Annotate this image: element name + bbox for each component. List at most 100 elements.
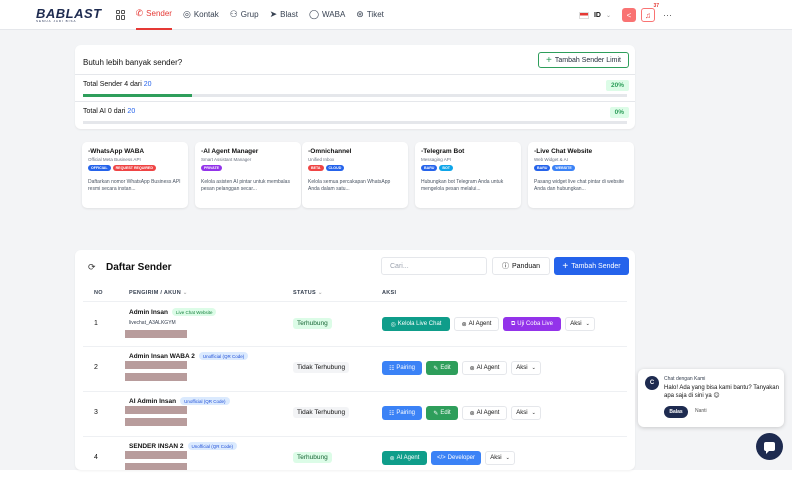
action-label: Aksi	[490, 455, 502, 461]
total-sender-max: 20	[143, 81, 152, 88]
feature-description: Kelola semua percakapan WhatsApp Anda da…	[308, 179, 391, 192]
sender-progress-fill	[83, 94, 192, 97]
nav-item-kontak[interactable]: ◎ Kontak	[183, 0, 219, 30]
ai-agent-button[interactable]: ⊚ AI Agent	[454, 317, 499, 331]
row-number: 1	[94, 320, 98, 327]
ai-agent-button[interactable]: ⊚ AI Agent	[462, 361, 507, 375]
feature-subtitle: Messaging API	[421, 157, 452, 162]
aksi-button[interactable]: Aksi ⌄	[565, 317, 595, 331]
sender-type-pill: Unofficial (QR Code)	[198, 352, 249, 360]
plus-icon: +	[546, 54, 552, 66]
nav-item-tiket[interactable]: ⊛ Tiket	[356, 0, 384, 30]
uji-coba-live-button[interactable]: ⧉ Uji Coba Live	[503, 317, 561, 331]
feature-description: Daftarkan nomor WhatsApp Business API re…	[88, 179, 181, 192]
language-selector[interactable]: ID	[594, 12, 601, 19]
edit-button[interactable]: ✎ Edit	[426, 361, 458, 375]
column-status[interactable]: STATUS ⌄	[293, 290, 323, 296]
feature-badge: WEBSITE	[552, 165, 575, 171]
aksi-button[interactable]: Aksi ⌄	[511, 406, 541, 420]
action-icon: ✎	[433, 365, 439, 372]
limit-heading: Butuh lebih banyak sender?	[83, 58, 183, 67]
chat-title: Chat dengan Kami	[664, 376, 706, 382]
feature-card-live-chat-website[interactable]: Live Chat Website Web Widget & AI BARUWEBS…	[528, 142, 634, 208]
nav-item-grup[interactable]: ⚇ Grup	[230, 0, 259, 30]
nav-item-label: Tiket	[366, 10, 384, 19]
aksi-button[interactable]: Aksi ⌄	[511, 361, 541, 375]
feature-card-ai-agent-manager[interactable]: AI Agent Manager Smart Assistant Manager P…	[195, 142, 301, 208]
feature-badges: BARU BOT	[421, 165, 515, 171]
action-label: Developer	[447, 455, 476, 461]
plus-icon: +	[562, 260, 569, 272]
nav-item-blast[interactable]: ➤ Blast	[270, 0, 298, 30]
nav-right-controls: ID ⌄ < ♫ 37 ···	[578, 0, 672, 30]
nav-item-waba[interactable]: ◯ WABA	[309, 0, 345, 30]
sender-progress-bar	[83, 94, 627, 97]
header-divider	[83, 301, 627, 302]
nav-item-label: Grup	[240, 10, 259, 19]
action-icon: ⊚	[389, 455, 395, 462]
row-divider	[83, 436, 627, 437]
action-icon: ⧉	[511, 320, 516, 327]
total-sender-used: 4	[124, 81, 129, 88]
guide-button[interactable]: ⓘ Panduan	[492, 257, 550, 275]
nav-item-sender[interactable]: ✆ Sender	[135, 0, 172, 30]
add-sender-button[interactable]: + Tambah Sender	[554, 257, 629, 275]
sender-type-pill: Live Chat Website	[172, 308, 217, 316]
feature-badge: BARU	[534, 165, 551, 171]
phone-icon: ✆	[135, 8, 144, 18]
aksi-button[interactable]: Aksi ⌄	[485, 451, 515, 465]
column-action: AKSI	[382, 290, 397, 296]
edit-button[interactable]: ✎ Edit	[426, 406, 458, 420]
redacted-block	[125, 330, 187, 338]
sender-name: Admin Insan Live Chat Website	[129, 308, 217, 316]
feature-title: AI Agent Manager	[201, 148, 295, 155]
share-icon[interactable]: <	[622, 8, 636, 22]
pairing-button[interactable]: ☷ Pairing	[382, 361, 422, 375]
more-menu-icon[interactable]: ···	[663, 10, 672, 20]
apps-grid-icon[interactable]	[115, 9, 126, 20]
search-input[interactable]: Cari...	[381, 257, 487, 275]
sender-account-id: livechat_A3ALKGYM	[129, 320, 176, 326]
bell-icon[interactable]: ♫ 37	[641, 3, 659, 22]
send-icon: ➤	[269, 9, 278, 19]
chat-later-button[interactable]: Nanti	[695, 408, 707, 414]
action-icon: ⊚	[469, 365, 475, 372]
feature-subtitle: Smart Assistant Manager	[201, 157, 252, 162]
chevron-down-icon[interactable]: ⌄	[606, 12, 611, 19]
redacted-block	[125, 361, 187, 369]
action-label: Pairing	[396, 410, 416, 416]
brand-logo[interactable]: BABLAST SEMUA JADI BISA	[36, 7, 102, 23]
column-sender[interactable]: PENGIRIM / AKUN ⌄	[129, 290, 188, 296]
ai-agent-button[interactable]: ⊚ AI Agent	[382, 451, 427, 465]
feature-card-whatsapp-waba[interactable]: WhatsApp WABA Official Meta Business API O…	[82, 142, 188, 208]
redacted-block	[125, 418, 187, 426]
feature-card-omnichannel[interactable]: Omnichannel Unified Inbox BETACLOUD Kelola …	[302, 142, 408, 208]
indonesia-flag-icon[interactable]	[578, 11, 589, 19]
feature-description: Kelola asisten AI pintar untuk membalas …	[201, 179, 290, 192]
developer-button[interactable]: </> Developer	[431, 451, 481, 465]
sender-list-title: Daftar Sender	[106, 262, 172, 273]
ai-agent-button[interactable]: ⊚ AI Agent	[462, 406, 507, 420]
nav-item-label: WABA	[322, 10, 346, 19]
action-label: AI Agent	[476, 410, 500, 416]
action-label: Aksi	[516, 410, 528, 416]
action-label: Edit	[440, 410, 451, 416]
kelola-live-chat-button[interactable]: ◎ Kelola Live Chat	[382, 317, 450, 331]
total-sender-prefix: Total Sender	[83, 81, 123, 88]
guide-label: Panduan	[511, 262, 541, 270]
ai-progress-bar	[83, 121, 627, 124]
pairing-button[interactable]: ☷ Pairing	[382, 406, 422, 420]
chat-reply-button[interactable]: Balas	[664, 406, 688, 418]
chat-launcher-button[interactable]	[756, 433, 783, 460]
nav-item-label: Kontak	[193, 10, 219, 19]
chevron-down-icon: ⌄	[531, 410, 536, 416]
feature-card-telegram-bot[interactable]: Telegram Bot Messaging API BARUBOT Hubungka…	[415, 142, 521, 208]
total-ai-of: dari	[113, 108, 126, 115]
total-ai-max: 20	[127, 108, 136, 115]
add-sender-limit-button[interactable]: + Tambah Sender Limit	[538, 52, 629, 68]
status-badge: Terhubung	[293, 452, 332, 463]
status-badge: Tidak Terhubung	[293, 407, 350, 418]
refresh-icon[interactable]: ⟳	[88, 262, 96, 273]
chat-avatar: C	[645, 376, 659, 390]
sender-type-pill: Unofficial (QR Code)	[187, 442, 237, 450]
